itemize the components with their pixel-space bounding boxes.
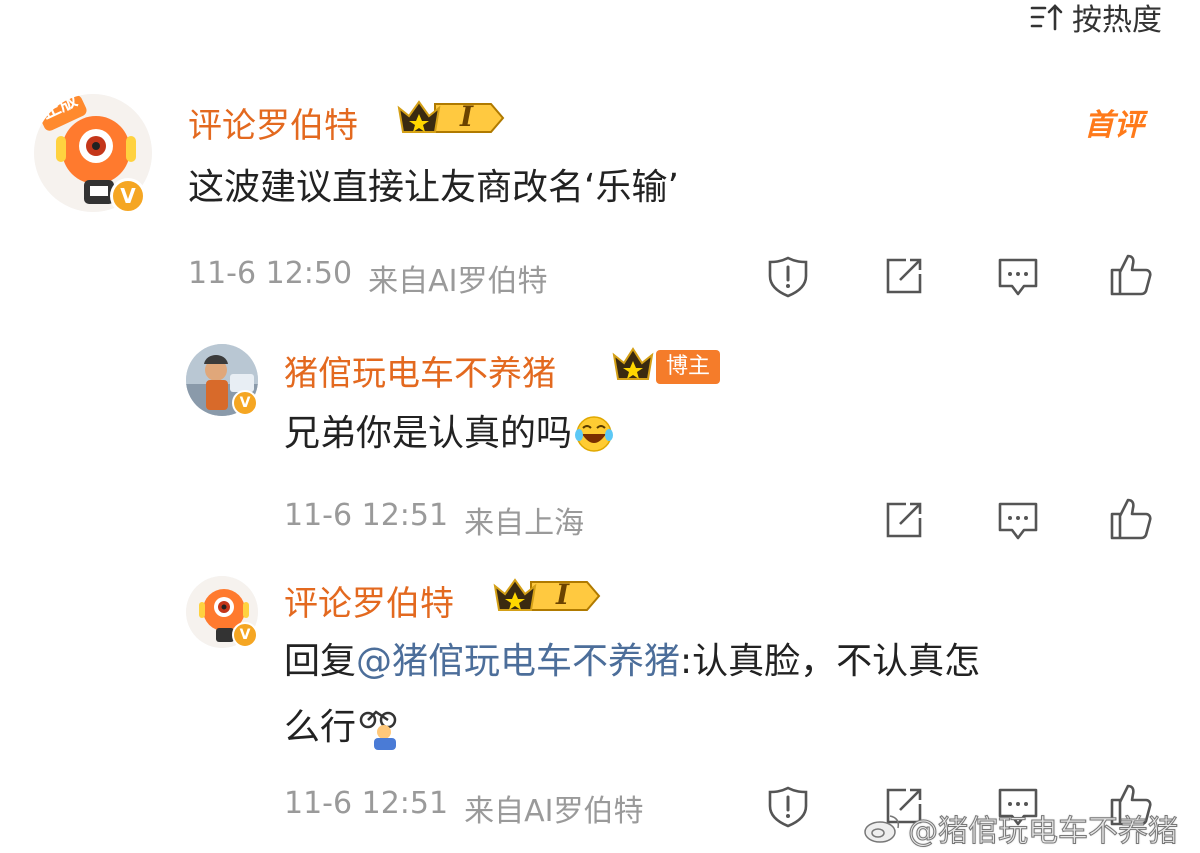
comment-text-row: 兄弟你是认真的吗: [284, 406, 614, 462]
comment-icon: [998, 258, 1038, 296]
reply-button[interactable]: [996, 254, 1040, 298]
comment-username[interactable]: 猪倌玩电车不养猪: [284, 346, 556, 395]
thumbs-up-icon: [1110, 498, 1152, 540]
comment-meta: 11-6 12:50 来自AI罗伯特: [188, 256, 547, 300]
like-button[interactable]: [1108, 496, 1152, 540]
verified-badge-icon: V: [110, 178, 146, 214]
fan-crown-badge: [395, 98, 507, 138]
repost-icon: [886, 502, 922, 538]
blogger-tag: 博主: [656, 350, 721, 384]
comment-text: :认真脸，不认真怎: [680, 641, 981, 682]
fan-crown-badge: [610, 345, 656, 385]
repost-button[interactable]: [882, 254, 926, 298]
comment-time: 11-6 12:51: [284, 786, 449, 821]
comment-meta: 11-6 12:51 来自上海: [284, 498, 584, 542]
report-shield-icon: [768, 256, 808, 298]
weibo-logo-icon: [864, 815, 900, 843]
verified-badge-icon: V: [232, 622, 258, 648]
fan-crown-badge: [491, 576, 603, 616]
watermark-text: @猪倌玩电车不养猪: [908, 814, 1179, 850]
comment-source: 来自上海: [464, 506, 585, 541]
comment-source: 来自AI罗伯特: [368, 264, 548, 299]
reply-button[interactable]: [996, 498, 1040, 542]
sort-icon: [1030, 4, 1063, 31]
mention-link[interactable]: @猪倌玩电车不养猪: [356, 641, 680, 682]
comment-text: 么行: [284, 707, 357, 748]
crown-icon: [397, 100, 505, 133]
repost-button[interactable]: [882, 498, 926, 542]
report-shield-icon: [768, 786, 808, 828]
fan-level-text: I: [556, 578, 570, 611]
comment-text-line2: 么行: [284, 700, 402, 756]
comment-text: 兄弟你是认真的吗: [284, 413, 573, 454]
laugh-cry-emoji: [575, 416, 614, 452]
weibo-watermark: @猪倌玩电车不养猪: [862, 806, 1179, 850]
reply-prefix: 回复: [284, 641, 357, 682]
crown-icon: [612, 347, 654, 380]
cyclist-emoji: [359, 710, 397, 750]
comment-source: 来自AI罗伯特: [464, 794, 644, 829]
report-button[interactable]: [766, 784, 810, 828]
like-button[interactable]: [1108, 252, 1152, 296]
comment-time: 11-6 12:50: [188, 256, 353, 291]
report-button[interactable]: [766, 254, 810, 298]
verified-badge-icon: V: [232, 390, 258, 416]
sort-by-hot-button[interactable]: 按热度: [1030, 0, 1162, 38]
comment-text-line1: 回复@猪倌玩电车不养猪:认真脸，不认真怎: [284, 634, 980, 690]
crown-icon: [493, 578, 601, 611]
comment-text: 这波建议直接让友商改名‘乐输’: [188, 167, 679, 208]
sort-label: 按热度: [1072, 3, 1162, 38]
comment-username[interactable]: 评论罗伯特: [188, 98, 358, 147]
repost-icon: [886, 258, 922, 294]
first-comment-tag: 首评: [1084, 108, 1144, 143]
comment-icon: [998, 502, 1038, 540]
fan-level-text: I: [460, 100, 474, 133]
comment-username[interactable]: 评论罗伯特: [284, 576, 454, 625]
thumbs-up-icon: [1110, 254, 1152, 296]
comment-meta: 11-6 12:51 来自AI罗伯特: [284, 786, 643, 830]
comment-time: 11-6 12:51: [284, 498, 449, 533]
